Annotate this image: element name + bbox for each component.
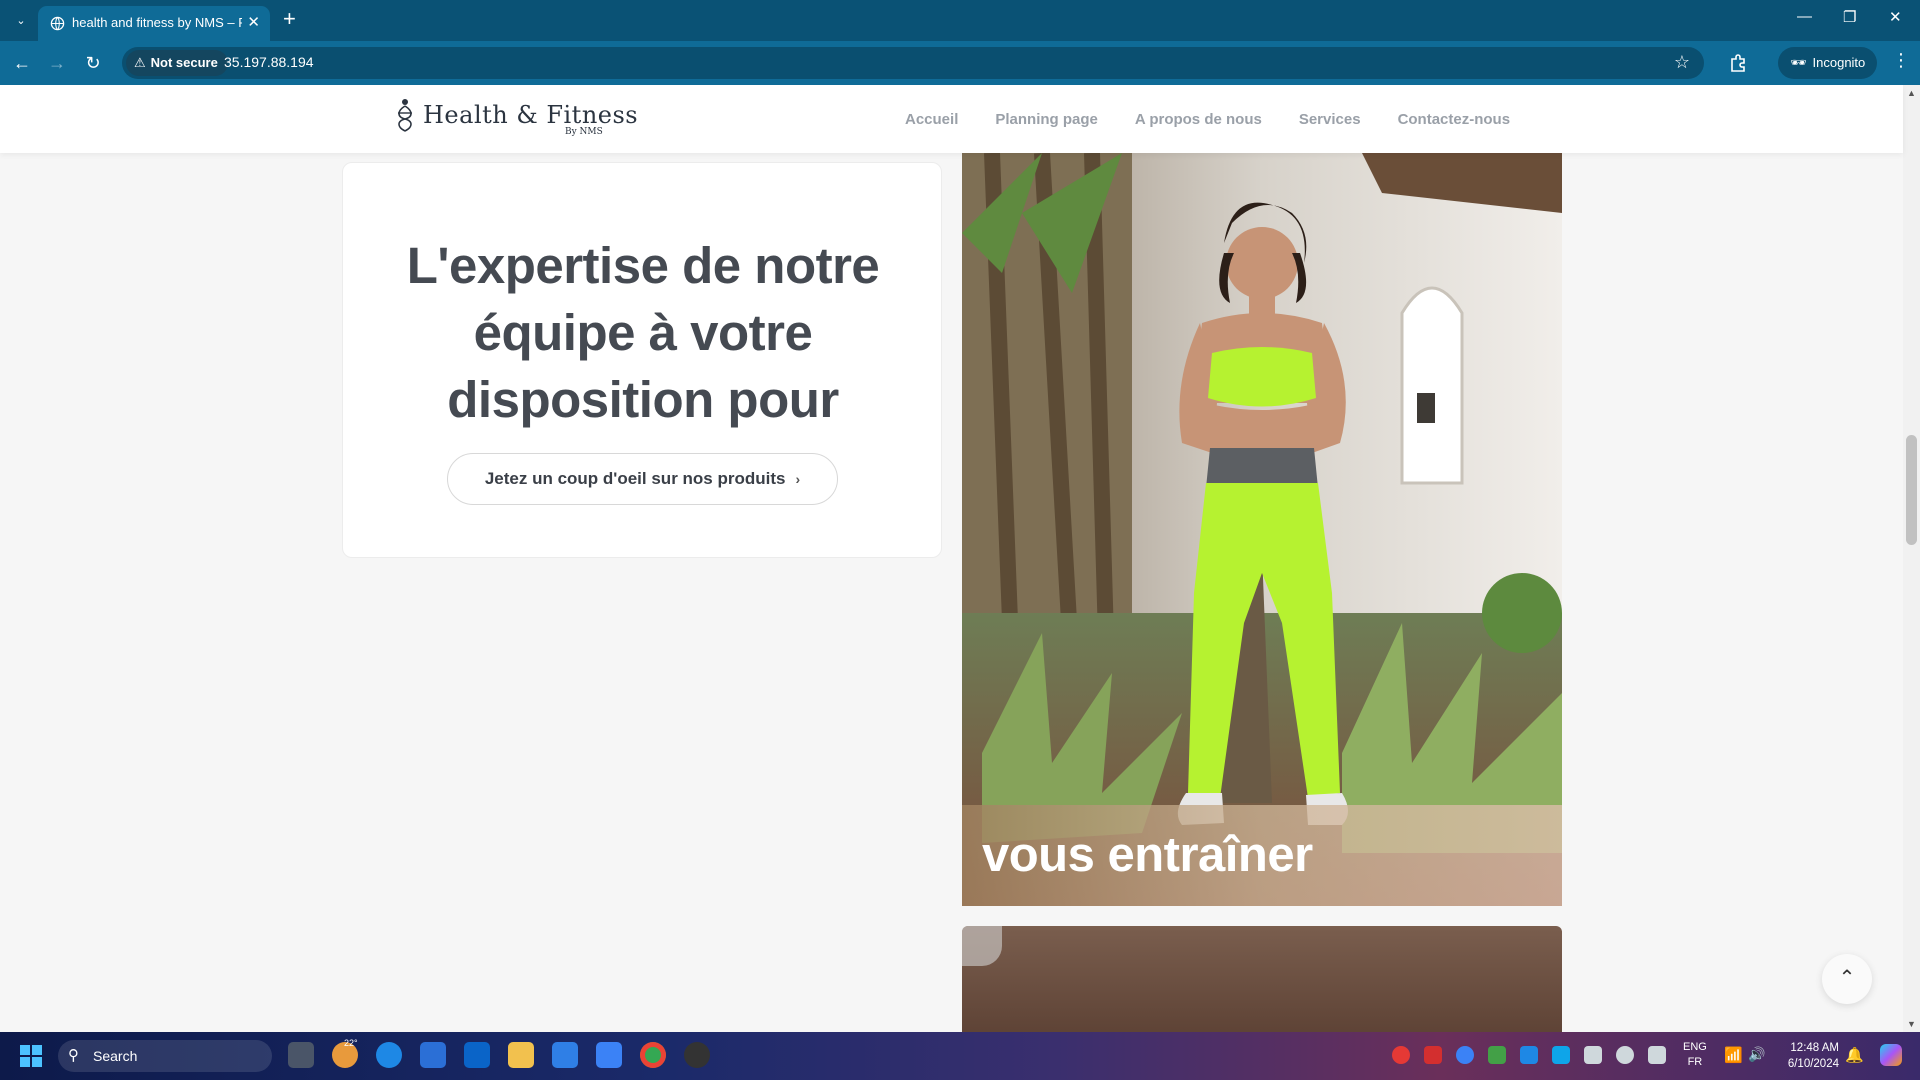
lang-primary: ENG bbox=[1683, 1041, 1707, 1053]
logo-figure-icon bbox=[398, 99, 412, 132]
nav-accueil[interactable]: Accueil bbox=[905, 111, 958, 128]
photo-caption-text: vous entraîner bbox=[982, 828, 1313, 882]
cta-label: Jetez un coup d'oeil sur nos produits bbox=[484, 469, 786, 488]
back-arrow-icon[interactable]: ← bbox=[11, 52, 33, 74]
url-text[interactable]: 35.197.88.194 bbox=[224, 54, 314, 70]
obs-icon[interactable] bbox=[684, 1042, 710, 1068]
trainer-photo bbox=[962, 153, 1562, 906]
next-photo-card[interactable] bbox=[962, 926, 1562, 1032]
products-cta-button[interactable]: Jetez un coup d'oeil sur nos produits › bbox=[447, 453, 838, 505]
reload-icon[interactable]: ↻ bbox=[82, 52, 104, 74]
taskbar-search-label: Search bbox=[93, 1048, 138, 1064]
todo-icon[interactable] bbox=[552, 1042, 578, 1068]
incognito-icon: 🕶 bbox=[1790, 55, 1807, 70]
search-icon: ⚲ bbox=[68, 1047, 79, 1064]
scroll-up-arrow-icon[interactable]: ▲ bbox=[1907, 88, 1916, 98]
incognito-label: Incognito bbox=[1812, 55, 1866, 70]
tray-skype-icon[interactable] bbox=[1456, 1046, 1474, 1064]
system-clock[interactable]: 12:48 AM 6/10/2024 bbox=[1779, 1040, 1839, 1072]
tab-search-chevron-icon[interactable]: ⌄ bbox=[10, 10, 32, 32]
volume-icon[interactable]: 🔊 bbox=[1748, 1046, 1766, 1064]
tray-keyboard-icon[interactable] bbox=[1648, 1046, 1666, 1064]
calendar-icon[interactable] bbox=[596, 1042, 622, 1068]
next-photo-detail bbox=[962, 926, 1002, 966]
restore-icon[interactable]: ❐ bbox=[1843, 8, 1856, 26]
main-nav: Accueil Planning page A propos de nous S… bbox=[905, 111, 1547, 128]
tray-app-icon[interactable] bbox=[1392, 1046, 1410, 1064]
browser-tab-active[interactable]: health and fitness by NMS – Fi ✕ bbox=[38, 6, 270, 41]
clock-time: 12:48 AM bbox=[1790, 1042, 1839, 1054]
language-indicator[interactable]: ENG FR bbox=[1683, 1040, 1707, 1070]
new-tab-button[interactable]: + bbox=[283, 8, 296, 30]
scrollbar-thumb[interactable] bbox=[1906, 435, 1917, 545]
heading-line-1: L'expertise de notre bbox=[406, 237, 880, 294]
browser-menu-icon[interactable]: ⋮ bbox=[1892, 50, 1910, 71]
site-header: Health & Fitness By NMS Accueil Planning… bbox=[0, 85, 1903, 153]
edge-browser-icon[interactable] bbox=[376, 1042, 402, 1068]
wifi-icon[interactable]: 📶 bbox=[1724, 1046, 1743, 1064]
security-label: Not secure bbox=[150, 55, 218, 70]
security-chip[interactable]: ⚠ Not secure bbox=[126, 50, 228, 76]
notification-bell-icon[interactable]: 🔔 bbox=[1845, 1046, 1864, 1064]
copilot-icon[interactable] bbox=[1880, 1044, 1902, 1066]
nav-contact[interactable]: Contactez-nous bbox=[1398, 111, 1511, 128]
task-view-icon[interactable] bbox=[288, 1042, 314, 1068]
tray-nvidia-icon[interactable] bbox=[1488, 1046, 1506, 1064]
windows-taskbar: ⚲ Search 22° ENG FR 📶 🔊 12:48 AM 6/10/20… bbox=[0, 1032, 1920, 1080]
window-close-icon[interactable]: ✕ bbox=[1889, 8, 1902, 26]
tray-usb-icon[interactable] bbox=[1584, 1046, 1602, 1064]
forward-arrow-icon[interactable]: → bbox=[46, 52, 68, 74]
browser-tab-bar: ⌄ health and fitness by NMS – Fi ✕ + — ❐… bbox=[0, 0, 1920, 41]
nav-a-propos[interactable]: A propos de nous bbox=[1135, 111, 1262, 128]
outlook-icon[interactable] bbox=[464, 1042, 490, 1068]
extensions-puzzle-icon[interactable] bbox=[1728, 52, 1750, 74]
photo-caption-band: vous entraîner bbox=[962, 805, 1562, 906]
taskbar-search[interactable]: ⚲ Search bbox=[58, 1040, 272, 1072]
heading-line-2: équipe à votre bbox=[473, 304, 813, 361]
windows-start-icon[interactable] bbox=[20, 1045, 42, 1067]
store-icon[interactable] bbox=[420, 1042, 446, 1068]
globe-icon bbox=[50, 16, 65, 31]
tray-microphone-icon[interactable] bbox=[1616, 1046, 1634, 1064]
chevron-up-icon: ⌃ bbox=[1838, 967, 1856, 989]
incognito-indicator[interactable]: 🕶 Incognito bbox=[1778, 47, 1878, 79]
scroll-down-arrow-icon[interactable]: ▼ bbox=[1907, 1019, 1916, 1029]
site-logo[interactable]: Health & Fitness By NMS bbox=[393, 97, 638, 141]
nav-planning-page[interactable]: Planning page bbox=[995, 111, 1098, 128]
address-bar[interactable]: ⚠ Not secure 35.197.88.194 ☆ bbox=[122, 47, 1704, 79]
heading-line-3: disposition pour bbox=[447, 371, 839, 428]
lang-secondary: FR bbox=[1687, 1056, 1703, 1068]
trainer-photo-card[interactable]: vous entraîner bbox=[962, 153, 1562, 906]
tray-mic-red-icon[interactable] bbox=[1424, 1046, 1442, 1064]
logo-text: Health & Fitness bbox=[423, 101, 639, 129]
warning-triangle-icon: ⚠ bbox=[134, 55, 146, 70]
file-explorer-icon[interactable] bbox=[508, 1042, 534, 1068]
bookmark-star-icon[interactable]: ☆ bbox=[1674, 52, 1690, 73]
logo-subtext: By NMS bbox=[565, 127, 603, 137]
chevron-right-icon: › bbox=[795, 471, 801, 487]
tab-title: health and fitness by NMS – Fi bbox=[72, 15, 242, 30]
page-scrollbar[interactable]: ▲ ▼ bbox=[1903, 85, 1920, 1032]
tray-onedrive-icon[interactable] bbox=[1552, 1046, 1570, 1064]
tab-close-icon[interactable]: ✕ bbox=[247, 13, 260, 31]
chrome-icon[interactable] bbox=[640, 1042, 666, 1068]
scroll-to-top-button[interactable]: ⌃ bbox=[1822, 954, 1872, 1004]
weather-temp: 22° bbox=[344, 1038, 358, 1048]
nav-services[interactable]: Services bbox=[1299, 111, 1361, 128]
tray-display-icon[interactable] bbox=[1520, 1046, 1538, 1064]
browser-toolbar: ← → ↻ ⚠ Not secure 35.197.88.194 ☆ 🕶 Inc… bbox=[0, 41, 1920, 85]
expertise-heading: L'expertise de notre équipe à votre disp… bbox=[343, 232, 943, 433]
expertise-card: L'expertise de notre équipe à votre disp… bbox=[342, 162, 942, 558]
clock-date: 6/10/2024 bbox=[1787, 1058, 1839, 1070]
page-viewport: Health & Fitness By NMS Accueil Planning… bbox=[0, 85, 1920, 1032]
minimize-icon[interactable]: — bbox=[1797, 8, 1812, 25]
